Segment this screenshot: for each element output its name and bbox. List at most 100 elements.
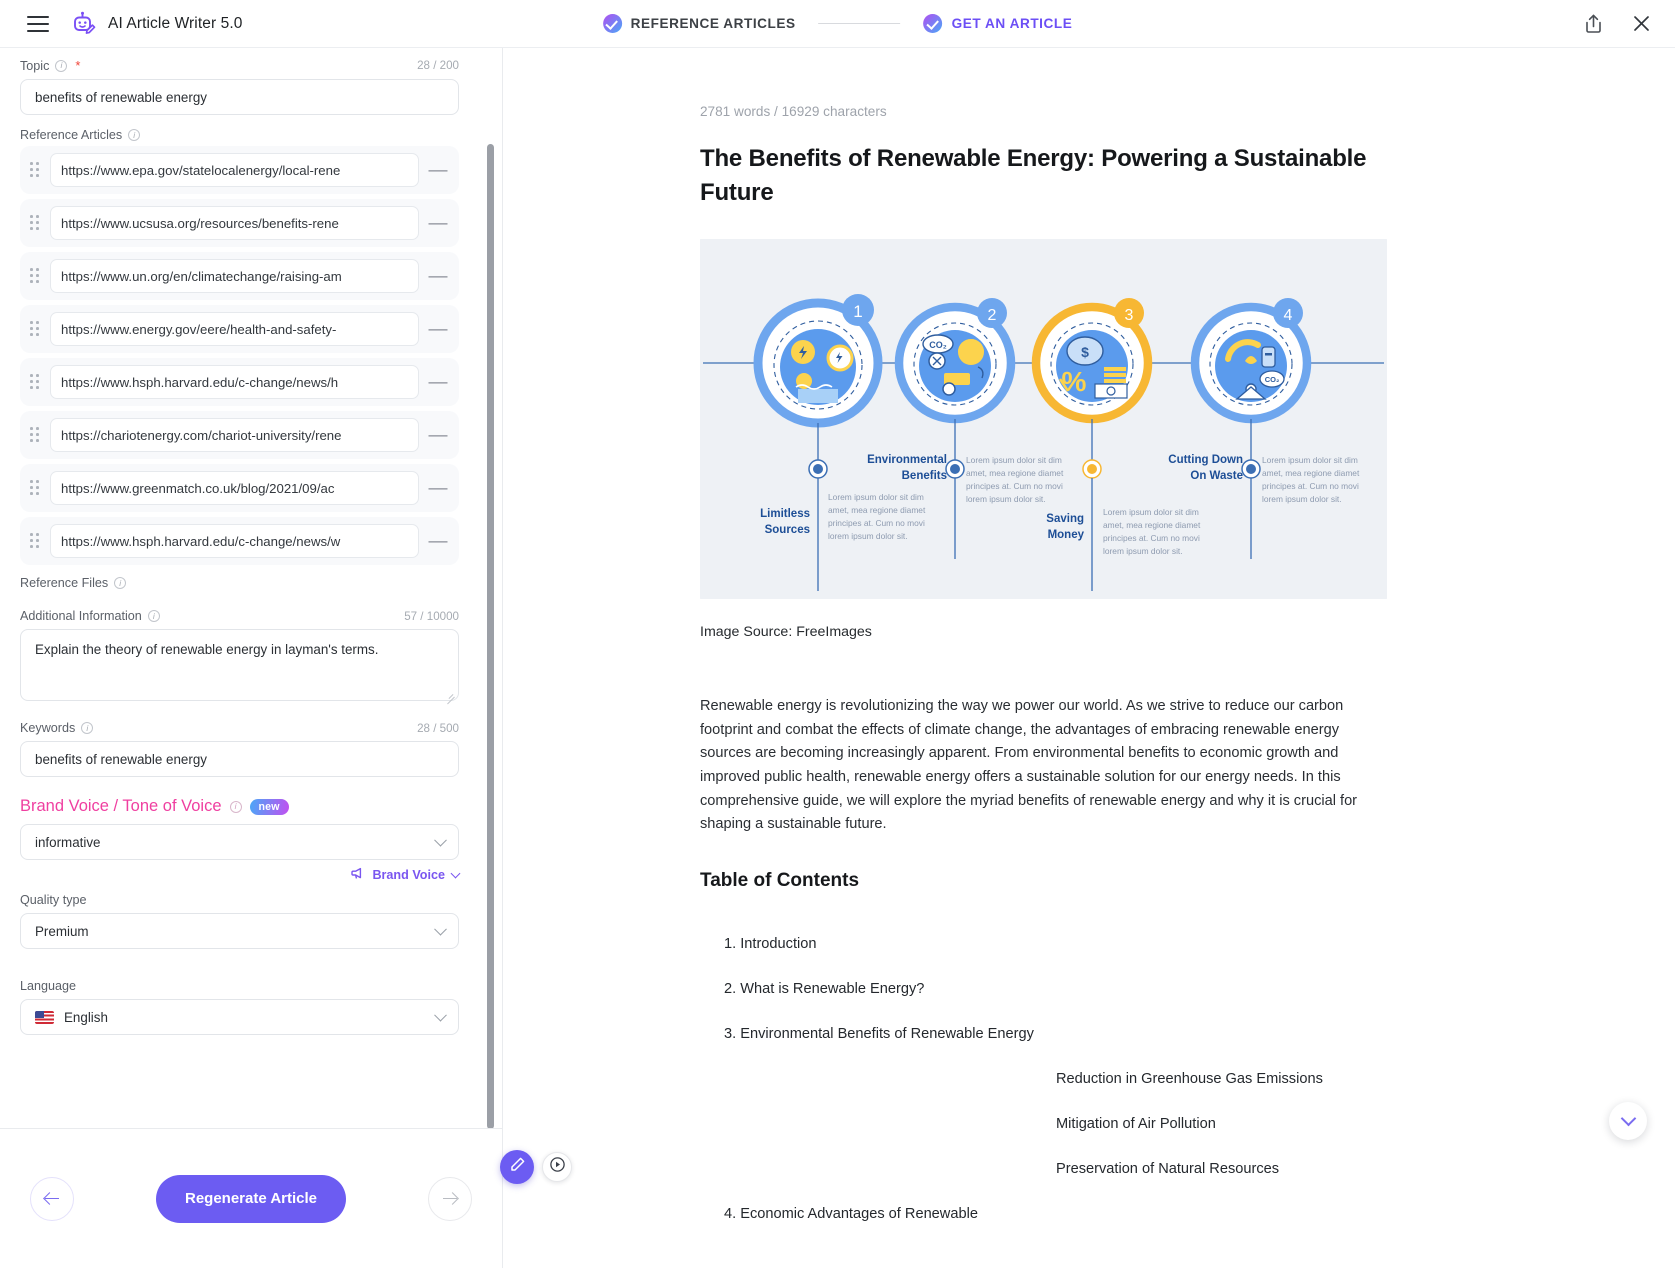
next-button[interactable] bbox=[428, 1176, 472, 1221]
remove-reference-button[interactable]: — bbox=[427, 479, 449, 498]
reference-article-row: — bbox=[20, 199, 459, 247]
remove-reference-button[interactable]: — bbox=[427, 373, 449, 392]
additional-information-textarea[interactable] bbox=[20, 629, 459, 701]
svg-text:principes at. Cum no movi: principes at. Cum no movi bbox=[1103, 533, 1200, 543]
brand-voice-select[interactable]: informative bbox=[20, 824, 459, 860]
toc-subitem[interactable]: Preservation of Natural Resources bbox=[700, 1161, 1387, 1177]
megaphone-icon bbox=[351, 867, 365, 883]
reference-article-input[interactable] bbox=[50, 153, 419, 187]
drag-handle-icon[interactable] bbox=[28, 161, 42, 179]
form-scrollbar[interactable] bbox=[487, 144, 494, 1144]
remove-reference-button[interactable]: — bbox=[427, 267, 449, 286]
scrollbar-thumb[interactable] bbox=[487, 144, 494, 1129]
svg-text:lorem ipsum dolor sit.: lorem ipsum dolor sit. bbox=[828, 531, 908, 541]
scroll-down-button[interactable] bbox=[1609, 1102, 1647, 1140]
reference-article-input[interactable] bbox=[50, 206, 419, 240]
close-x-icon[interactable] bbox=[1631, 13, 1653, 35]
reference-article-input[interactable] bbox=[50, 418, 419, 452]
drag-handle-icon[interactable] bbox=[28, 532, 42, 550]
field-reference-articles: Reference Articles i — — — — — — — — bbox=[20, 128, 459, 565]
info-icon[interactable]: i bbox=[55, 59, 68, 72]
svg-text:CO₂: CO₂ bbox=[929, 340, 947, 350]
svg-text:2: 2 bbox=[988, 307, 997, 324]
remove-reference-button[interactable]: — bbox=[427, 532, 449, 551]
toc-item[interactable]: 4. Economic Advantages of Renewable bbox=[700, 1206, 1387, 1222]
toc-subitem[interactable]: Mitigation of Air Pollution bbox=[700, 1116, 1387, 1132]
chevron-down-icon bbox=[450, 868, 461, 878]
svg-text:amet, mea regione diamet: amet, mea regione diamet bbox=[1103, 520, 1201, 530]
edit-article-button[interactable] bbox=[500, 1150, 534, 1184]
svg-text:Lorem ipsum dolor sit dim: Lorem ipsum dolor sit dim bbox=[828, 492, 924, 502]
hamburger-menu-icon[interactable] bbox=[27, 15, 49, 32]
table-of-contents-heading: Table of Contents bbox=[700, 870, 860, 891]
back-button[interactable] bbox=[30, 1176, 74, 1221]
drag-handle-icon[interactable] bbox=[28, 267, 42, 285]
svg-text:Money: Money bbox=[1048, 529, 1085, 541]
word-count: 2781 words / 16929 characters bbox=[700, 104, 887, 119]
info-icon[interactable]: i bbox=[229, 800, 242, 813]
svg-text:principes at. Cum no movi: principes at. Cum no movi bbox=[828, 518, 925, 528]
remove-reference-button[interactable]: — bbox=[427, 426, 449, 445]
reference-article-input[interactable] bbox=[50, 471, 419, 505]
field-topic: Topic i * 28 / 200 bbox=[20, 58, 459, 115]
remove-reference-button[interactable]: — bbox=[427, 161, 449, 180]
article-document: 2781 words / 16929 characters The Benefi… bbox=[700, 48, 1387, 1251]
reference-articles-list: — — — — — — — — bbox=[20, 146, 459, 565]
reference-article-row: — bbox=[20, 358, 459, 406]
reference-article-row: — bbox=[20, 464, 459, 512]
pencil-edit-icon bbox=[509, 1156, 526, 1178]
info-icon[interactable]: i bbox=[81, 722, 94, 734]
quality-type-value: Premium bbox=[35, 923, 89, 939]
chevron-down-icon bbox=[434, 1008, 447, 1022]
share-upload-icon[interactable] bbox=[1583, 13, 1605, 35]
keywords-input[interactable] bbox=[20, 741, 459, 777]
step-get-an-article[interactable]: GET AN ARTICLE bbox=[923, 14, 1073, 33]
toc-item[interactable]: 1. Introduction bbox=[700, 936, 1387, 952]
us-flag-icon bbox=[35, 1010, 54, 1024]
remove-reference-button[interactable]: — bbox=[427, 320, 449, 339]
chevron-down-icon bbox=[1620, 1110, 1636, 1126]
svg-text:3: 3 bbox=[1125, 307, 1134, 324]
quality-type-select[interactable]: Premium bbox=[20, 913, 459, 949]
reference-article-input[interactable] bbox=[50, 365, 419, 399]
toc-item[interactable]: 2. What is Renewable Energy? bbox=[700, 981, 1387, 997]
step-indicator: REFERENCE ARTICLES GET AN ARTICLE bbox=[602, 14, 1073, 33]
svg-text:principes at. Cum no movi: principes at. Cum no movi bbox=[1262, 481, 1359, 491]
drag-handle-icon[interactable] bbox=[28, 373, 42, 391]
additional-information-label: Additional Information i bbox=[20, 609, 160, 623]
form-scroll-area[interactable]: Topic i * 28 / 200 Reference Articles i … bbox=[0, 48, 502, 1176]
drag-handle-icon[interactable] bbox=[28, 320, 42, 338]
reference-articles-label: Reference Articles i bbox=[20, 128, 141, 142]
article-preview-panel: 2781 words / 16929 characters The Benefi… bbox=[503, 48, 1675, 1268]
info-icon[interactable]: i bbox=[114, 577, 127, 589]
toc-subitem[interactable]: Reduction in Greenhouse Gas Emissions bbox=[700, 1071, 1387, 1087]
svg-text:lorem ipsum dolor sit.: lorem ipsum dolor sit. bbox=[1103, 546, 1183, 556]
field-quality-type: Quality type Premium bbox=[20, 893, 459, 949]
drag-handle-icon[interactable] bbox=[28, 214, 42, 232]
info-icon[interactable]: i bbox=[147, 610, 160, 622]
top-bar-actions bbox=[1583, 0, 1653, 48]
reference-article-input[interactable] bbox=[50, 259, 419, 293]
reference-files-label: Reference Files i bbox=[20, 576, 459, 590]
language-value: English bbox=[64, 1009, 108, 1025]
article-title[interactable]: The Benefits of Renewable Energy: Poweri… bbox=[700, 142, 1387, 210]
reference-article-input[interactable] bbox=[50, 312, 419, 346]
language-select[interactable]: English bbox=[20, 999, 459, 1035]
reference-article-input[interactable] bbox=[50, 524, 419, 558]
drag-handle-icon[interactable] bbox=[28, 479, 42, 497]
svg-text:Lorem ipsum dolor sit dim: Lorem ipsum dolor sit dim bbox=[966, 455, 1062, 465]
topic-input[interactable] bbox=[20, 79, 459, 115]
svg-text:amet, mea regione diamet: amet, mea regione diamet bbox=[966, 468, 1064, 478]
play-preview-button[interactable] bbox=[542, 1152, 572, 1182]
toc-item[interactable]: 3. Environmental Benefits of Renewable E… bbox=[700, 1026, 1387, 1042]
svg-text:lorem ipsum dolor sit.: lorem ipsum dolor sit. bbox=[1262, 494, 1342, 504]
regenerate-article-button[interactable]: Regenerate Article bbox=[156, 1174, 346, 1223]
step-reference-articles[interactable]: REFERENCE ARTICLES bbox=[602, 14, 796, 33]
svg-text:4: 4 bbox=[1284, 307, 1293, 324]
remove-reference-button[interactable]: — bbox=[427, 214, 449, 233]
svg-text:Benefits: Benefits bbox=[902, 470, 947, 482]
drag-handle-icon[interactable] bbox=[28, 426, 42, 444]
article-intro-paragraph[interactable]: Renewable energy is revolutionizing the … bbox=[700, 695, 1387, 837]
info-icon[interactable]: i bbox=[128, 129, 141, 141]
brand-voice-link[interactable]: Brand Voice bbox=[20, 867, 461, 883]
